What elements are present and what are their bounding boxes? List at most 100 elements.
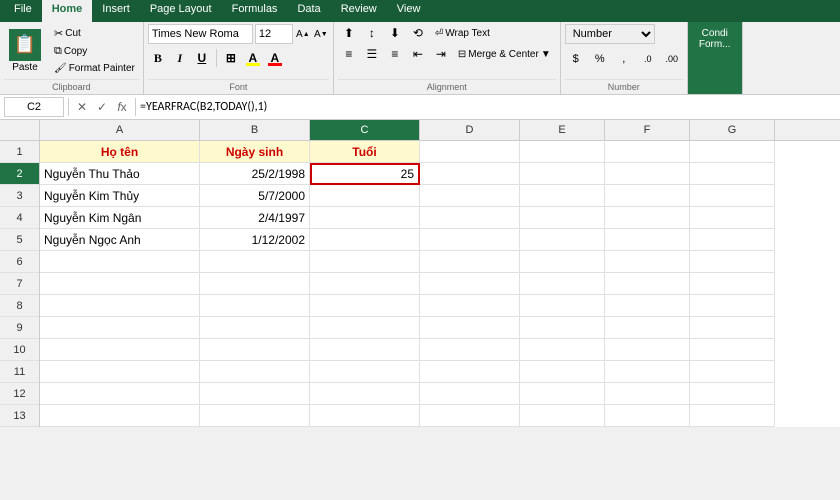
- copy-button[interactable]: Copy: [50, 43, 139, 60]
- cell-d4[interactable]: [420, 207, 520, 229]
- cell-c10[interactable]: [310, 339, 420, 361]
- row-header-11[interactable]: 11: [0, 361, 39, 383]
- cell-d5[interactable]: [420, 229, 520, 251]
- cell-d10[interactable]: [420, 339, 520, 361]
- cell-c4[interactable]: [310, 207, 420, 229]
- tab-page-layout[interactable]: Page Layout: [140, 0, 222, 22]
- increase-decimal-button[interactable]: .00: [661, 50, 683, 68]
- cell-g9[interactable]: [690, 317, 775, 339]
- cell-g12[interactable]: [690, 383, 775, 405]
- font-name-input[interactable]: [148, 24, 253, 44]
- border-button[interactable]: ⊞: [221, 48, 241, 68]
- decrease-indent-button[interactable]: ⇤: [407, 45, 429, 63]
- cell-b10[interactable]: [200, 339, 310, 361]
- cell-d3[interactable]: [420, 185, 520, 207]
- align-top-button[interactable]: ⬆: [338, 24, 360, 42]
- col-header-e[interactable]: E: [520, 120, 605, 140]
- cell-b9[interactable]: [200, 317, 310, 339]
- cell-c9[interactable]: [310, 317, 420, 339]
- cell-a7[interactable]: [40, 273, 200, 295]
- cell-a13[interactable]: [40, 405, 200, 427]
- cell-b5[interactable]: 1/12/2002: [200, 229, 310, 251]
- row-header-6[interactable]: 6: [0, 251, 39, 273]
- row-header-13[interactable]: 13: [0, 405, 39, 427]
- cell-g8[interactable]: [690, 295, 775, 317]
- cell-g1[interactable]: [690, 141, 775, 163]
- cell-b11[interactable]: [200, 361, 310, 383]
- comma-button[interactable]: ,: [613, 50, 635, 68]
- cell-c12[interactable]: [310, 383, 420, 405]
- cell-g13[interactable]: [690, 405, 775, 427]
- cell-c3[interactable]: [310, 185, 420, 207]
- cell-e1[interactable]: [520, 141, 605, 163]
- align-bottom-button[interactable]: ⬇: [384, 24, 406, 42]
- tab-insert[interactable]: Insert: [92, 0, 140, 22]
- col-header-d[interactable]: D: [420, 120, 520, 140]
- number-format-dropdown[interactable]: Number: [565, 24, 655, 44]
- cell-reference-input[interactable]: [4, 97, 64, 117]
- cell-b4[interactable]: 2/4/1997: [200, 207, 310, 229]
- cell-f10[interactable]: [605, 339, 690, 361]
- cell-a10[interactable]: [40, 339, 200, 361]
- cell-e6[interactable]: [520, 251, 605, 273]
- tab-data[interactable]: Data: [287, 0, 330, 22]
- cell-f4[interactable]: [605, 207, 690, 229]
- font-size-decrease-button[interactable]: A▼: [313, 26, 329, 42]
- cell-e4[interactable]: [520, 207, 605, 229]
- cell-e3[interactable]: [520, 185, 605, 207]
- cell-b6[interactable]: [200, 251, 310, 273]
- paste-button[interactable]: 📋 Paste: [4, 26, 46, 76]
- tab-view[interactable]: View: [387, 0, 431, 22]
- cell-c6[interactable]: [310, 251, 420, 273]
- cell-a6[interactable]: [40, 251, 200, 273]
- cell-c7[interactable]: [310, 273, 420, 295]
- cell-b12[interactable]: [200, 383, 310, 405]
- text-angle-button[interactable]: ⟲: [407, 24, 429, 42]
- dollar-button[interactable]: $: [565, 50, 587, 68]
- row-header-3[interactable]: 3: [0, 185, 39, 207]
- cell-e13[interactable]: [520, 405, 605, 427]
- cancel-formula-icon[interactable]: ✕: [73, 98, 91, 116]
- row-header-5[interactable]: 5: [0, 229, 39, 251]
- cell-a4[interactable]: Nguyễn Kim Ngân: [40, 207, 200, 229]
- col-header-c[interactable]: C: [310, 120, 420, 140]
- col-header-f[interactable]: F: [605, 120, 690, 140]
- cell-f1[interactable]: [605, 141, 690, 163]
- format-painter-button[interactable]: Format Painter: [50, 61, 139, 76]
- cell-g10[interactable]: [690, 339, 775, 361]
- cell-g5[interactable]: [690, 229, 775, 251]
- cell-c5[interactable]: [310, 229, 420, 251]
- italic-button[interactable]: I: [170, 48, 190, 68]
- cell-g3[interactable]: [690, 185, 775, 207]
- cell-b3[interactable]: 5/7/2000: [200, 185, 310, 207]
- cell-d12[interactable]: [420, 383, 520, 405]
- cell-a3[interactable]: Nguyễn Kim Thủy: [40, 185, 200, 207]
- cell-f13[interactable]: [605, 405, 690, 427]
- cell-a5[interactable]: Nguyễn Ngọc Anh: [40, 229, 200, 251]
- cell-e7[interactable]: [520, 273, 605, 295]
- cell-c2[interactable]: 25: [310, 163, 420, 185]
- cell-d1[interactable]: [420, 141, 520, 163]
- cell-a11[interactable]: [40, 361, 200, 383]
- cell-d13[interactable]: [420, 405, 520, 427]
- font-color-button[interactable]: A: [265, 48, 285, 68]
- bold-button[interactable]: B: [148, 48, 168, 68]
- cell-c8[interactable]: [310, 295, 420, 317]
- cell-a1[interactable]: Họ tên: [40, 141, 200, 163]
- font-size-increase-button[interactable]: A▲: [295, 26, 311, 42]
- cell-d6[interactable]: [420, 251, 520, 273]
- cell-f7[interactable]: [605, 273, 690, 295]
- col-header-a[interactable]: A: [40, 120, 200, 140]
- formula-input[interactable]: [140, 97, 836, 117]
- cell-a2[interactable]: Nguyễn Thu Thảo: [40, 163, 200, 185]
- cell-f5[interactable]: [605, 229, 690, 251]
- cell-a12[interactable]: [40, 383, 200, 405]
- cell-f8[interactable]: [605, 295, 690, 317]
- percent-button[interactable]: %: [589, 50, 611, 68]
- row-header-7[interactable]: 7: [0, 273, 39, 295]
- row-header-1[interactable]: 1: [0, 141, 39, 163]
- tab-review[interactable]: Review: [331, 0, 387, 22]
- cell-e12[interactable]: [520, 383, 605, 405]
- col-header-b[interactable]: B: [200, 120, 310, 140]
- merge-center-button[interactable]: ⊟ Merge & Center ▼: [453, 45, 556, 63]
